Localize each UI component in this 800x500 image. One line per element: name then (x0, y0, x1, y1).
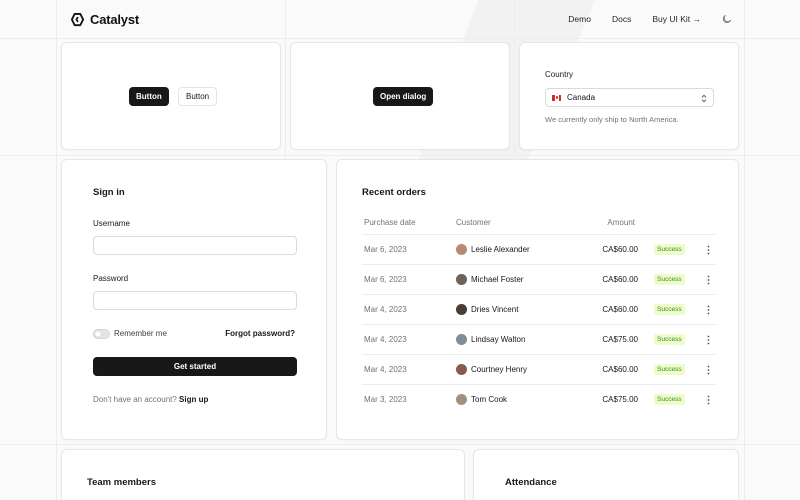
top-header: Catalyst Demo Docs Buy UI Kit → (0, 0, 800, 40)
attendance-card: Attendance (473, 449, 739, 500)
get-started-button[interactable]: Get started (93, 357, 297, 376)
nav-buy-ui-kit-link[interactable]: Buy UI Kit → (652, 14, 701, 24)
table-row[interactable]: Mar 6, 2023 Leslie Alexander CA$60.00 Succe… (362, 234, 716, 264)
more-vertical-icon[interactable] (707, 245, 710, 255)
amount-cell: CA$60.00 (602, 365, 638, 374)
column-header-purchase-date: Purchase date (364, 218, 416, 227)
customer-cell: Leslie Alexander (471, 245, 530, 254)
status-badge: Success (654, 334, 685, 345)
buttons-card: Button Button (61, 42, 281, 150)
column-header-customer: Customer (456, 218, 491, 227)
username-label: Username (93, 219, 130, 228)
country-card: Country Canada We currently only ship to… (519, 42, 739, 150)
team-members-title: Team members (87, 477, 156, 488)
nav-demo-link[interactable]: Demo (568, 14, 591, 24)
country-select-value: Canada (567, 93, 596, 102)
avatar (456, 304, 467, 315)
brand-logo[interactable]: Catalyst (70, 12, 139, 27)
secondary-button[interactable]: Button (178, 87, 218, 106)
chevron-up-down-icon (701, 94, 707, 103)
grid-line (744, 0, 745, 500)
sign-in-title: Sign in (93, 187, 125, 198)
sign-in-card: Sign in Username Password Remember me Fo… (61, 159, 327, 440)
avatar (456, 244, 467, 255)
username-input[interactable] (93, 236, 297, 255)
amount-cell: CA$60.00 (602, 275, 638, 284)
country-label: Country (545, 70, 574, 79)
column-header-amount: Amount (607, 218, 635, 227)
password-input[interactable] (93, 291, 297, 310)
grid-line (56, 0, 57, 500)
amount-cell: CA$60.00 (602, 245, 638, 254)
table-row[interactable]: Mar 4, 2023 Dries Vincent CA$60.00 Success (362, 294, 716, 324)
status-badge: Success (654, 304, 685, 315)
sign-up-link[interactable]: Sign up (179, 395, 208, 404)
top-nav: Demo Docs Buy UI Kit → (568, 14, 732, 24)
country-select[interactable]: Canada (545, 88, 714, 107)
no-account-text: Don't have an account? (93, 395, 177, 404)
purchase-date-cell: Mar 4, 2023 (364, 365, 407, 374)
avatar (456, 274, 467, 285)
customer-cell: Michael Foster (471, 275, 524, 284)
sign-up-prompt: Don't have an account? Sign up (93, 395, 208, 404)
forgot-password-link[interactable]: Forgot password? (225, 329, 295, 338)
table-row[interactable]: Mar 6, 2023 Michael Foster CA$60.00 Success (362, 264, 716, 294)
dialog-card: Open dialog (290, 42, 510, 150)
grid-line (0, 444, 800, 445)
purchase-date-cell: Mar 4, 2023 (364, 335, 407, 344)
more-vertical-icon[interactable] (707, 335, 710, 345)
nav-docs-link[interactable]: Docs (612, 14, 631, 24)
grid-line (0, 155, 800, 156)
avatar (456, 394, 467, 405)
table-row[interactable]: Mar 4, 2023 Courtney Henry CA$60.00 Success (362, 354, 716, 384)
recent-orders-card: Recent orders Purchase date Customer Amo… (336, 159, 739, 440)
catalyst-logo-icon (70, 12, 85, 27)
country-helper-text: We currently only ship to North America. (545, 115, 679, 124)
remember-me-label: Remember me (114, 329, 167, 338)
team-members-card: Team members (61, 449, 465, 500)
more-vertical-icon[interactable] (707, 395, 710, 405)
amount-cell: CA$75.00 (602, 395, 638, 404)
customer-cell: Lindsay Walton (471, 335, 526, 344)
customer-cell: Dries Vincent (471, 305, 519, 314)
attendance-title: Attendance (505, 477, 557, 488)
amount-cell: CA$75.00 (602, 335, 638, 344)
status-badge: Success (654, 364, 685, 375)
status-badge: Success (654, 274, 685, 285)
more-vertical-icon[interactable] (707, 275, 710, 285)
status-badge: Success (654, 394, 685, 405)
password-label: Password (93, 274, 129, 283)
purchase-date-cell: Mar 4, 2023 (364, 305, 407, 314)
primary-button[interactable]: Button (129, 87, 169, 106)
purchase-date-cell: Mar 6, 2023 (364, 275, 407, 284)
canada-flag-icon (552, 94, 561, 101)
open-dialog-button[interactable]: Open dialog (373, 87, 434, 106)
purchase-date-cell: Mar 6, 2023 (364, 245, 407, 254)
brand-name: Catalyst (90, 12, 139, 27)
moon-icon[interactable] (722, 14, 732, 24)
customer-cell: Tom Cook (471, 395, 508, 404)
recent-orders-title: Recent orders (362, 187, 426, 198)
status-badge: Success (654, 244, 685, 255)
remember-me-switch[interactable] (93, 329, 110, 339)
avatar (456, 334, 467, 345)
avatar (456, 364, 467, 375)
amount-cell: CA$60.00 (602, 305, 638, 314)
customer-cell: Courtney Henry (471, 365, 528, 374)
more-vertical-icon[interactable] (707, 365, 710, 375)
table-row[interactable]: Mar 3, 2023 Tom Cook CA$75.00 Success (362, 384, 716, 414)
more-vertical-icon[interactable] (707, 305, 710, 315)
table-row[interactable]: Mar 4, 2023 Lindsay Walton CA$75.00 Success (362, 324, 716, 354)
purchase-date-cell: Mar 3, 2023 (364, 395, 407, 404)
